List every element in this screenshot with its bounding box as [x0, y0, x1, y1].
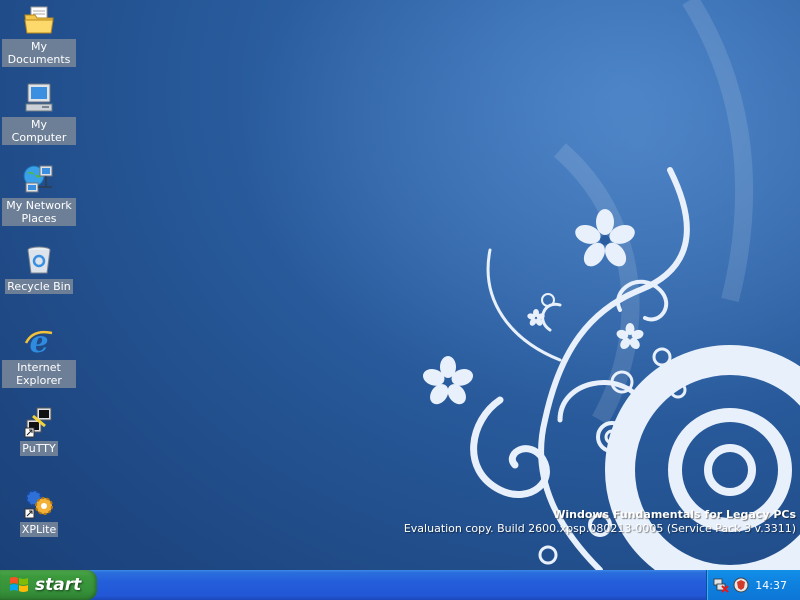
desktop-icon-my-computer[interactable]: My Computer: [2, 82, 76, 145]
desktop-icon-my-documents[interactable]: My Documents: [2, 4, 76, 67]
start-label: start: [35, 575, 82, 595]
network-disconnected-icon[interactable]: [713, 577, 729, 593]
recycle-bin-icon: [27, 246, 51, 274]
taskbar[interactable]: start 14:37: [0, 570, 800, 600]
folder-documents-icon: [24, 6, 54, 34]
desktop-icon-internet-explorer[interactable]: e Internet Explorer: [2, 325, 76, 388]
desktop-icon-my-network-places[interactable]: My Network Places: [2, 163, 76, 226]
desktop-icon-xplite[interactable]: XPLite: [2, 487, 76, 537]
security-shield-icon[interactable]: [733, 577, 749, 593]
xplite-icon: [24, 490, 53, 519]
evaluation-watermark: Windows Fundamentals for Legacy PCs Eval…: [404, 508, 796, 536]
watermark-build-info: Evaluation copy. Build 2600.xpsp.080213-…: [403, 522, 796, 535]
desktop-icon-label: Internet Explorer: [2, 360, 76, 388]
wallpaper-swirl-art: [0, 0, 800, 570]
desktop-icon-label: Recycle Bin: [5, 279, 73, 294]
desktop-icon-putty[interactable]: PuTTY: [2, 406, 76, 456]
start-button[interactable]: start: [0, 570, 97, 600]
system-tray: 14:37: [706, 570, 800, 600]
desktop-icon-label: My Documents: [2, 39, 76, 67]
desktop-icon-label: My Computer: [2, 117, 76, 145]
desktop-icon-label: PuTTY: [20, 441, 58, 456]
desktop[interactable]: My Documents My Computer My Network Plac…: [0, 0, 800, 570]
computer-icon: [25, 83, 53, 112]
desktop-icon-label: My Network Places: [2, 198, 76, 226]
windows-flag-icon: [10, 577, 28, 592]
internet-explorer-icon: e: [24, 325, 53, 357]
watermark-product-name: Windows Fundamentals for Legacy PCs: [553, 508, 796, 521]
desktop-icon-recycle-bin[interactable]: Recycle Bin: [2, 244, 76, 294]
network-places-icon: [23, 165, 53, 193]
desktop-icon-label: XPLite: [19, 522, 59, 537]
putty-icon: [24, 407, 52, 438]
svg-text:e: e: [29, 325, 48, 357]
clock[interactable]: 14:37: [755, 579, 787, 592]
